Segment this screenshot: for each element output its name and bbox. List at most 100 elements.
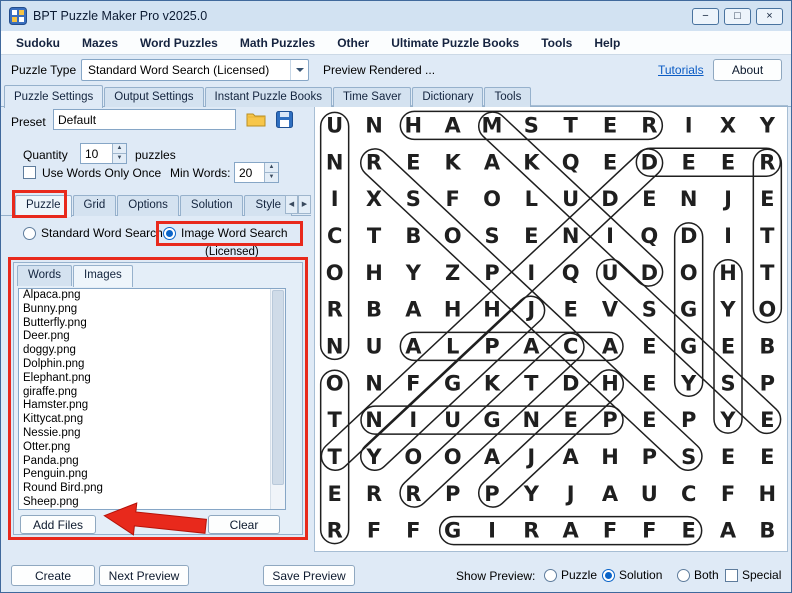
- tab-scroll-left-icon[interactable]: ◀: [285, 195, 298, 214]
- grid-letter: D: [562, 371, 579, 395]
- radio-icon: [602, 569, 615, 582]
- grid-letter: E: [563, 298, 577, 322]
- grid-letter: E: [563, 408, 577, 432]
- grid-letter: B: [405, 224, 421, 248]
- arrow-up-icon[interactable]: ▲: [265, 163, 278, 173]
- sub-tab-solution[interactable]: Solution: [180, 195, 244, 216]
- file-tab-images[interactable]: Images: [73, 265, 133, 287]
- file-item[interactable]: Nessie.png: [19, 427, 285, 441]
- minimize-button[interactable]: −: [692, 8, 719, 25]
- list-scrollbar[interactable]: [270, 289, 285, 509]
- grid-letter: E: [760, 187, 774, 211]
- file-item[interactable]: giraffe.png: [19, 386, 285, 400]
- grid-letter: C: [681, 482, 696, 506]
- grid-letter: H: [405, 113, 423, 137]
- grid-letter: Z: [445, 261, 460, 285]
- sub-tab-grid[interactable]: Grid: [73, 195, 117, 216]
- grid-letter: N: [326, 334, 344, 358]
- mode-radio-image-word-search[interactable]: Image Word Search: [163, 226, 288, 240]
- file-item[interactable]: Kittycat.png: [19, 413, 285, 427]
- grid-letter: N: [365, 408, 383, 432]
- show-preview-option-solution[interactable]: Solution: [602, 568, 662, 582]
- grid-letter: J: [722, 187, 732, 211]
- add-files-button[interactable]: Add Files: [20, 515, 96, 534]
- scrollbar-thumb[interactable]: [272, 290, 284, 485]
- menu-item-mazes[interactable]: Mazes: [71, 33, 129, 53]
- menu-item-help[interactable]: Help: [583, 33, 631, 53]
- file-item[interactable]: Deer.png: [19, 330, 285, 344]
- grid-letter: T: [524, 371, 539, 395]
- mode-radio-standard-word-search[interactable]: Standard Word Search: [23, 226, 163, 240]
- file-item[interactable]: Elephant.png: [19, 372, 285, 386]
- grid-letter: Y: [365, 445, 382, 469]
- puzzle-preview-panel: UNHAMSTERIXYNREKAKQEDEERIXSFOLUDENJECTBO…: [314, 105, 788, 552]
- file-item[interactable]: Butterfly.png: [19, 317, 285, 331]
- tab-time-saver[interactable]: Time Saver: [333, 87, 411, 107]
- clear-button[interactable]: Clear: [208, 515, 280, 534]
- tutorials-link[interactable]: Tutorials: [658, 63, 704, 77]
- sub-tab-options[interactable]: Options: [117, 195, 179, 216]
- grid-letter: D: [641, 261, 658, 285]
- grid-letter: E: [760, 408, 774, 432]
- about-button[interactable]: About: [713, 59, 782, 81]
- show-preview-option-puzzle[interactable]: Puzzle: [544, 568, 597, 582]
- quantity-stepper[interactable]: 10 ▲ ▼: [80, 143, 127, 164]
- tab-scroll-right-icon[interactable]: ▶: [298, 195, 311, 214]
- show-preview-option-both[interactable]: Both: [677, 568, 719, 582]
- menu-item-math-puzzles[interactable]: Math Puzzles: [229, 33, 326, 53]
- menu-item-other[interactable]: Other: [326, 33, 380, 53]
- maximize-button[interactable]: □: [724, 8, 751, 25]
- grid-letter: T: [328, 408, 343, 432]
- grid-letter: G: [680, 298, 697, 322]
- grid-letter: E: [721, 334, 735, 358]
- file-item[interactable]: Panda.png: [19, 455, 285, 469]
- arrow-up-icon[interactable]: ▲: [113, 144, 126, 154]
- tab-dictionary[interactable]: Dictionary: [412, 87, 483, 107]
- tab-instant-puzzle-books[interactable]: Instant Puzzle Books: [205, 87, 332, 107]
- arrow-down-icon[interactable]: ▼: [113, 154, 126, 163]
- file-item[interactable]: Round Bird.png: [19, 482, 285, 496]
- close-button[interactable]: ×: [756, 8, 783, 25]
- grid-letter: N: [365, 113, 383, 137]
- file-item[interactable]: Hamster.png: [19, 399, 285, 413]
- save-preset-button[interactable]: [271, 107, 297, 131]
- file-item[interactable]: Alpaca.png: [19, 289, 285, 303]
- puzzle-type-combobox[interactable]: Standard Word Search (Licensed): [81, 59, 309, 81]
- file-item[interactable]: Penguin.png: [19, 468, 285, 482]
- show-preview-option-special[interactable]: Special: [725, 568, 781, 582]
- menu-item-sudoku[interactable]: Sudoku: [5, 33, 71, 53]
- arrow-down-icon[interactable]: ▼: [265, 173, 278, 182]
- grid-letter: U: [444, 408, 461, 432]
- grid-letter: E: [760, 445, 774, 469]
- file-tab-words[interactable]: Words: [17, 265, 72, 286]
- file-item[interactable]: Bunny.png: [19, 303, 285, 317]
- tab-output-settings[interactable]: Output Settings: [104, 87, 203, 107]
- quantity-label: Quantity: [23, 148, 68, 162]
- grid-letter: U: [641, 482, 658, 506]
- file-item[interactable]: Sheep.png: [19, 496, 285, 510]
- grid-letter: F: [406, 371, 420, 395]
- grid-letter: P: [445, 482, 460, 506]
- tab-tools[interactable]: Tools: [484, 87, 531, 107]
- open-preset-button[interactable]: [243, 107, 269, 131]
- min-words-stepper[interactable]: 20 ▲ ▼: [234, 162, 279, 183]
- image-file-list[interactable]: Alpaca.pngBunny.pngButterfly.pngDeer.png…: [18, 288, 286, 510]
- grid-letter: J: [525, 298, 535, 322]
- preset-input[interactable]: [53, 109, 236, 130]
- grid-letter: P: [681, 408, 696, 432]
- tab-puzzle-settings[interactable]: Puzzle Settings: [4, 85, 103, 108]
- grid-letter: O: [326, 371, 344, 395]
- file-item[interactable]: Dolphin.png: [19, 358, 285, 372]
- sub-tab-puzzle[interactable]: Puzzle: [15, 195, 72, 217]
- file-item[interactable]: doggy.png: [19, 344, 285, 358]
- menu-item-tools[interactable]: Tools: [530, 33, 583, 53]
- grid-letter: F: [445, 187, 459, 211]
- grid-letter: P: [642, 445, 657, 469]
- use-words-once-checkbox[interactable]: [23, 166, 36, 179]
- grid-letter: U: [601, 261, 618, 285]
- grid-letter: P: [484, 482, 499, 506]
- menu-item-ultimate-puzzle-books[interactable]: Ultimate Puzzle Books: [380, 33, 530, 53]
- grid-letter: K: [484, 371, 501, 395]
- menu-item-word-puzzles[interactable]: Word Puzzles: [129, 33, 229, 53]
- file-item[interactable]: Otter.png: [19, 441, 285, 455]
